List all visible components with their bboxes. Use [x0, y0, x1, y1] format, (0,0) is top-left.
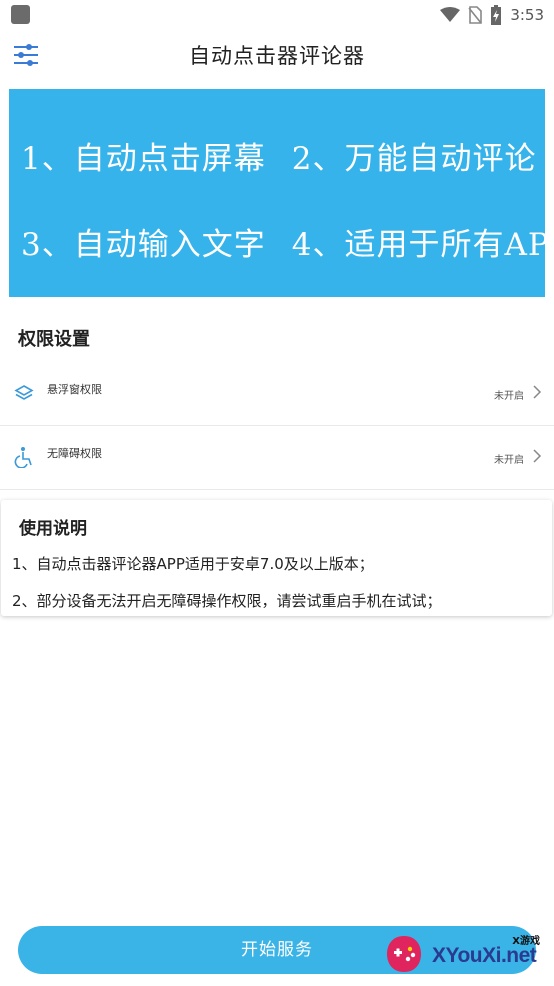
banner-item: 4、适用于所有APP [291, 227, 554, 263]
permission-label: 无障碍权限 [47, 447, 102, 460]
site-watermark: X游戏 XYouXi.net [380, 928, 554, 986]
permission-row-overlay[interactable]: 悬浮窗权限 未开启 [0, 362, 554, 426]
banner-item: 1、自动点击屏幕 [21, 141, 266, 177]
gamepad-logo-icon [387, 936, 421, 972]
no-sim-icon [468, 6, 483, 24]
status-icons: 3:53 [440, 4, 544, 26]
banner-line-2: 3、自动输入文字 4、适用于所有APP [21, 219, 554, 264]
page-title: 自动点击器评论器 [189, 44, 365, 68]
app-bar: 自动点击器评论器 [0, 30, 554, 80]
permission-row-accessibility[interactable]: 无障碍权限 未开启 [0, 426, 554, 490]
status-time: 3:53 [510, 6, 544, 24]
battery-icon [491, 5, 502, 25]
chevron-right-icon [533, 449, 542, 463]
watermark-text: XYouXi.net [432, 944, 537, 967]
usage-item: 1、自动点击器评论器APP适用于安卓7.0及以上版本； [12, 555, 374, 573]
banner-item: 3、自动输入文字 [21, 227, 266, 263]
app-notification-icon [11, 5, 30, 24]
permission-status: 未开启 [494, 455, 524, 466]
layers-icon [14, 385, 34, 400]
usage-instructions-card: 使用说明 1、自动点击器评论器APP适用于安卓7.0及以上版本； 2、部分设备无… [1, 500, 552, 616]
banner-item: 2、万能自动评论 [291, 141, 537, 177]
wifi-icon [440, 7, 461, 22]
usage-title: 使用说明 [19, 519, 87, 539]
permission-status: 未开启 [494, 391, 524, 402]
usage-item: 2、部分设备无法开启无障碍操作权限，请尝试重启手机在试试； [12, 592, 442, 610]
banner-line-1: 1、自动点击屏幕 2、万能自动评论 [21, 133, 545, 178]
status-bar: 3:53 [0, 0, 554, 30]
accessibility-icon [14, 447, 32, 468]
permission-label: 悬浮窗权限 [47, 383, 102, 396]
chevron-right-icon [533, 385, 542, 399]
permissions-section-title: 权限设置 [18, 329, 90, 350]
feature-banner: 1、自动点击屏幕 2、万能自动评论 3、自动输入文字 4、适用于所有APP [9, 89, 554, 297]
